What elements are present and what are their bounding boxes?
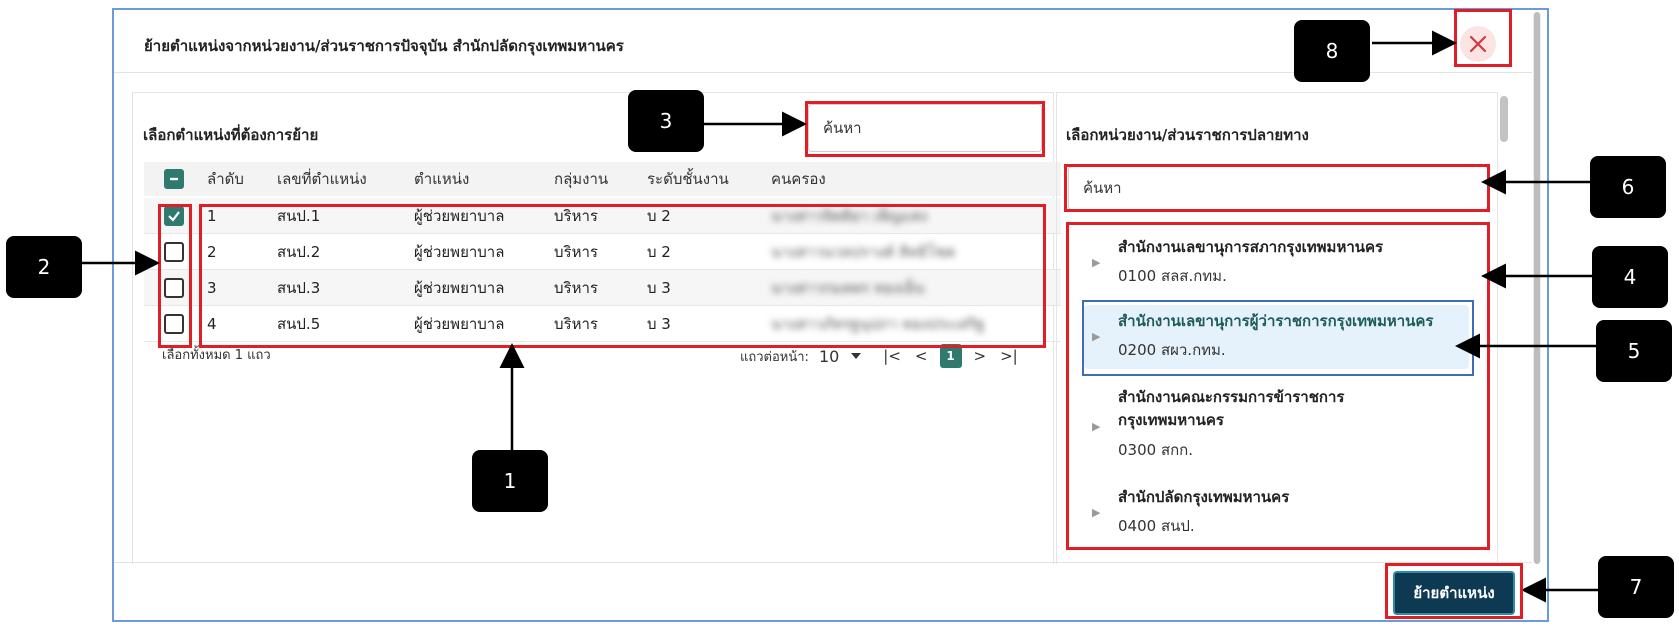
next-page-button[interactable]: > xyxy=(974,347,987,365)
column-header-position[interactable]: ตำแหน่ง xyxy=(414,162,469,196)
column-header-group[interactable]: กลุ่มงาน xyxy=(554,162,608,196)
destination-panel-title: เลือกหน่วยงาน/ส่วนราชการปลายทาง xyxy=(1066,126,1309,144)
select-all-checkbox[interactable] xyxy=(164,169,184,189)
highlight-box-close xyxy=(1454,9,1512,67)
callout-5: 5 xyxy=(1596,320,1672,382)
callout-1: 1 xyxy=(472,450,548,512)
prev-page-button[interactable]: < xyxy=(915,347,928,365)
dialog-title: ย้ายตำแหน่งจากหน่วยงาน/ส่วนราชการปัจจุบั… xyxy=(144,37,624,55)
highlight-box-selected-unit xyxy=(1082,300,1474,376)
highlight-box-source-search xyxy=(805,101,1045,157)
column-header-level[interactable]: ระดับชั้นงาน xyxy=(647,162,729,196)
dialog-scrollbar-thumb[interactable] xyxy=(1534,12,1540,564)
rows-per-page-label: แถวต่อหน้า: xyxy=(740,349,809,365)
destination-scrollbar[interactable] xyxy=(1500,96,1508,142)
source-panel-title: เลือกตำแหน่งที่ต้องการย้าย xyxy=(143,126,319,144)
dialog-scrollbar[interactable] xyxy=(1533,12,1541,564)
highlight-box-unit-tree xyxy=(1066,222,1490,550)
callout-3: 3 xyxy=(628,90,704,152)
minus-icon xyxy=(170,177,178,181)
highlight-box-destination-search xyxy=(1064,164,1490,212)
column-header-holder[interactable]: คนครอง xyxy=(771,162,826,196)
callout-8: 8 xyxy=(1294,20,1370,82)
rows-per-page-select[interactable]: 10 xyxy=(819,347,839,366)
first-page-button[interactable]: |< xyxy=(883,347,901,365)
last-page-button[interactable]: >| xyxy=(1000,347,1018,365)
screenshot-canvas: ย้ายตำแหน่งจากหน่วยงาน/ส่วนราชการปัจจุบั… xyxy=(0,0,1679,626)
highlight-box-table-rows xyxy=(199,204,1046,348)
chevron-down-icon[interactable] xyxy=(849,351,863,361)
column-header-order[interactable]: ลำดับ xyxy=(207,162,244,196)
column-header-position-no[interactable]: เลขที่ตำแหน่ง xyxy=(277,162,367,196)
highlight-box-move-button-frame xyxy=(1385,563,1523,619)
highlight-box-checkboxes xyxy=(158,204,192,348)
callout-7: 7 xyxy=(1598,556,1674,618)
callout-6: 6 xyxy=(1590,156,1666,218)
callout-2: 2 xyxy=(6,236,82,298)
table-header: ลำดับ เลขที่ตำแหน่ง ตำแหน่ง กลุ่มงาน ระด… xyxy=(144,162,1061,196)
callout-4: 4 xyxy=(1592,246,1668,308)
